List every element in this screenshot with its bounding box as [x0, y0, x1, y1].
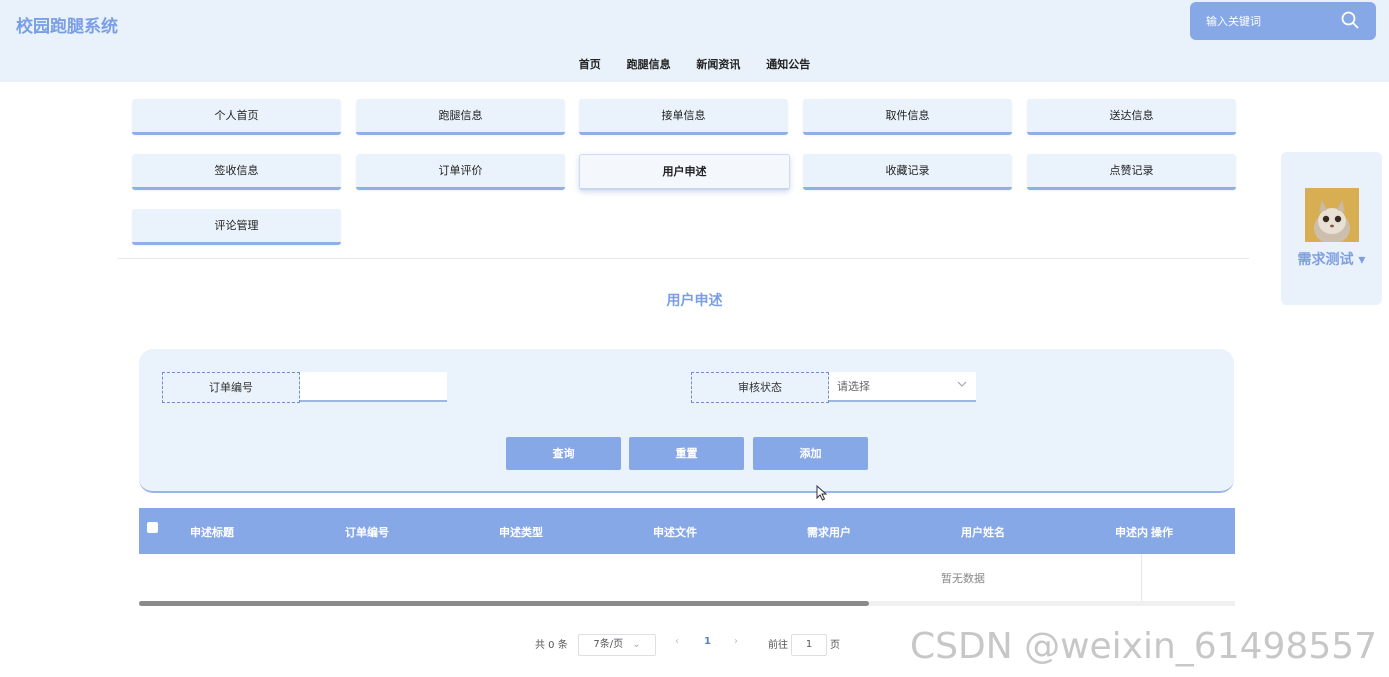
pagination-total: 共 0 条 [535, 640, 568, 651]
table-header: 申述标题 订单编号 申述类型 申述文件 需求用户 用户姓名 申述内 操作 [139, 508, 1235, 554]
current-page[interactable]: 1 [704, 636, 711, 647]
menu-order-accept[interactable]: 接单信息 [579, 99, 788, 135]
col-actions: 操作 [1151, 526, 1173, 539]
brand-title: 校园跑腿系统 [16, 17, 118, 37]
status-select[interactable]: 请选择 [829, 372, 976, 402]
user-panel: 需求测试 ▾ [1281, 152, 1382, 305]
scrollbar-thumb[interactable] [139, 601, 869, 606]
user-name-dropdown[interactable]: 需求测试 ▾ [1281, 249, 1382, 269]
nav-notice[interactable]: 通知公告 [766, 56, 810, 72]
search-icon[interactable] [1340, 10, 1360, 30]
table-body: 暂无数据 [139, 554, 1235, 606]
menu-personal-home[interactable]: 个人首页 [132, 99, 341, 135]
order-no-input[interactable] [300, 372, 447, 402]
reset-button[interactable]: 重置 [629, 437, 744, 470]
goto-page-input[interactable]: 1 [791, 634, 827, 656]
page-suffix: 页 [830, 640, 840, 651]
menu-user-appeal[interactable]: 用户申述 [579, 154, 790, 190]
order-no-label: 订单编号 [162, 372, 300, 403]
menu-sign-info[interactable]: 签收信息 [132, 154, 341, 190]
divider [118, 258, 1249, 259]
cat-avatar-icon [1305, 188, 1359, 242]
empty-text: 暂无数据 [941, 572, 985, 585]
page-size-value: 7条/页 [593, 639, 624, 650]
select-all-checkbox[interactable] [147, 522, 158, 533]
menu-errand-info[interactable]: 跑腿信息 [356, 99, 565, 135]
menu-delivery-info[interactable]: 送达信息 [1027, 99, 1236, 135]
search-box[interactable]: 输入关键词 [1190, 2, 1376, 40]
menu-favorites[interactable]: 收藏记录 [803, 154, 1012, 190]
add-button[interactable]: 添加 [753, 437, 868, 470]
goto-label: 前往 [768, 640, 788, 651]
menu-likes[interactable]: 点赞记录 [1027, 154, 1236, 190]
menu-comment-manage[interactable]: 评论管理 [132, 209, 341, 245]
chevron-down-icon [957, 381, 967, 387]
status-label: 审核状态 [691, 372, 829, 403]
menu-order-review[interactable]: 订单评价 [356, 154, 565, 190]
nav-home[interactable]: 首页 [579, 56, 601, 72]
next-page-icon[interactable]: › [734, 636, 738, 647]
col-appeal-type[interactable]: 申述类型 [499, 524, 543, 540]
col-order-no[interactable]: 订单编号 [345, 524, 389, 540]
nav-errand-info[interactable]: 跑腿信息 [627, 56, 671, 72]
query-button[interactable]: 查询 [506, 437, 621, 470]
chevron-down-icon: ⌄ [632, 639, 641, 650]
horizontal-scrollbar[interactable] [139, 601, 1235, 606]
nav-news[interactable]: 新闻资讯 [696, 56, 740, 72]
page-title: 用户申述 [666, 293, 723, 309]
search-input[interactable]: 输入关键词 [1206, 13, 1261, 29]
col-requester[interactable]: 需求用户 [807, 524, 851, 540]
top-nav: 首页 跑腿信息 新闻资讯 通知公告 [0, 56, 1389, 72]
col-user-name[interactable]: 用户姓名 [961, 524, 1005, 540]
filter-panel: 订单编号 审核状态 请选择 查询 重置 添加 [139, 349, 1234, 493]
prev-page-icon[interactable]: ‹ [675, 636, 679, 647]
watermark: CSDN @weixin_61498557 [910, 626, 1378, 667]
col-appeal-file[interactable]: 申述文件 [653, 524, 697, 540]
status-select-placeholder: 请选择 [837, 380, 870, 393]
menu-pickup-info[interactable]: 取件信息 [803, 99, 1012, 135]
avatar[interactable] [1305, 188, 1359, 242]
header: 校园跑腿系统 输入关键词 首页 跑腿信息 新闻资讯 通知公告 [0, 0, 1389, 82]
col-appeal-content[interactable]: 申述内 [1115, 524, 1148, 540]
mouse-cursor-icon [816, 485, 828, 501]
fixed-column-divider [1141, 554, 1142, 606]
page-size-select[interactable]: 7条/页 ⌄ [578, 634, 656, 656]
col-appeal-title[interactable]: 申述标题 [190, 524, 234, 540]
